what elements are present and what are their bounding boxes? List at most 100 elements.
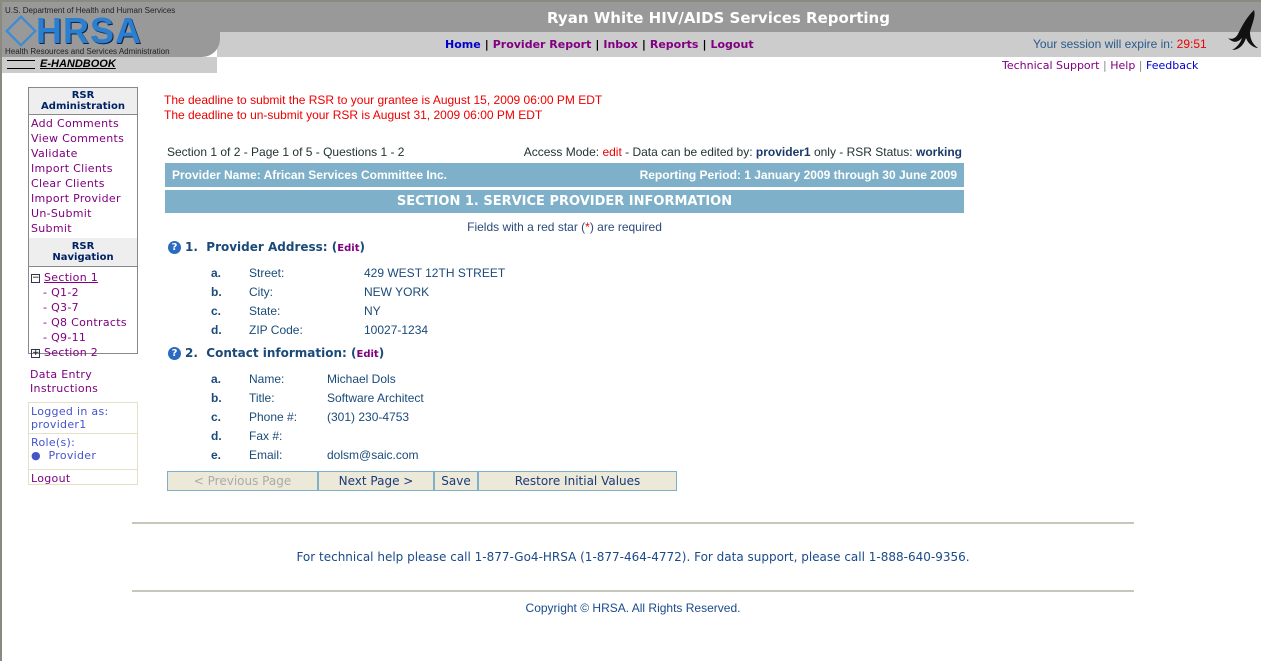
e-handbook-label: E-HANDBOOK	[40, 58, 116, 70]
data-entry-instructions-link[interactable]: Data Entry Instructions	[30, 368, 100, 396]
submit-deadline: The deadline to submit the RSR to your g…	[164, 93, 603, 107]
utility-links: Technical Support | Help | Feedback	[1002, 59, 1199, 72]
question-2-heading: ? 2. Contact information: (Edit)	[168, 346, 384, 360]
top-nav: Home | Provider Report | Inbox | Reports | Logou…	[445, 38, 754, 51]
app-title: Ryan White HIV/AIDS Services Reporting	[547, 9, 890, 27]
field-row: a. Name: Michael Dols	[211, 372, 611, 388]
field-value: Software Architect	[327, 391, 424, 405]
help-icon[interactable]: ?	[168, 241, 181, 254]
field-row: e. Email: dolsm@saic.com	[211, 448, 611, 464]
admin-title: RSR Administration	[29, 88, 137, 115]
unsubmit-deadline: The deadline to un-submit your RSR is Au…	[164, 108, 543, 122]
field-label: State:	[249, 304, 281, 318]
field-row: b. City: NEW YORK	[211, 285, 611, 301]
feedback-link[interactable]: Feedback	[1146, 59, 1198, 72]
section-title: SECTION 1. SERVICE PROVIDER INFORMATION	[165, 189, 964, 213]
field-letter: e.	[211, 448, 222, 462]
nav-reports[interactable]: Reports	[650, 38, 699, 51]
nav-inbox[interactable]: Inbox	[603, 38, 637, 51]
question-1-heading: ? 1. Provider Address: (Edit)	[168, 240, 365, 254]
help-icon[interactable]: ?	[168, 347, 181, 360]
field-label: ZIP Code:	[249, 323, 303, 337]
login-info: Logged in as: provider1 Role(s): ● Provide…	[28, 402, 138, 485]
q3-7-link[interactable]: - Q3-7	[31, 300, 135, 315]
q2-edit-link[interactable]: Edit	[356, 349, 378, 360]
field-row: d. ZIP Code: 10027-1234	[211, 323, 611, 339]
access-info: Access Mode: edit - Data can be edited b…	[523, 145, 962, 159]
field-label: Fax #:	[249, 429, 283, 443]
section-2-link[interactable]: Section 2	[44, 346, 98, 359]
technical-support-link[interactable]: Technical Support	[1002, 59, 1100, 72]
field-value: NY	[364, 304, 381, 318]
field-letter: c.	[211, 410, 222, 424]
hrsa-mark-icon	[5, 15, 37, 47]
field-label: Phone #:	[249, 410, 298, 424]
field-value: dolsm@saic.com	[327, 448, 419, 462]
sidebar: RSR Administration Add Comments View Com…	[28, 87, 138, 359]
help-link[interactable]: Help	[1110, 59, 1135, 72]
roles-label: Role(s):	[31, 436, 76, 449]
reporting-period: Reporting Period: 1 January 2009 through…	[639, 168, 957, 182]
restore-initial-values-button[interactable]: Restore Initial Values	[479, 472, 676, 490]
role-value: Provider	[48, 449, 97, 462]
field-letter: b.	[211, 285, 222, 299]
field-label: Name:	[249, 372, 285, 386]
field-label: Email:	[249, 448, 283, 462]
lines-icon	[7, 60, 35, 69]
field-row: d. Fax #:	[211, 429, 611, 445]
bullet-icon: ●	[31, 449, 49, 462]
divider	[132, 590, 1134, 592]
field-letter: a.	[211, 266, 222, 280]
field-row: c. Phone #: (301) 230-4753	[211, 410, 611, 426]
logo-text: HRSA	[36, 10, 143, 51]
field-label: Title:	[249, 391, 275, 405]
session-time: 29:51	[1176, 37, 1207, 51]
user-name: provider1	[31, 418, 87, 431]
copyright: Copyright © HRSA. All Rights Reserved.	[525, 601, 741, 615]
provider-name: Provider Name: African Services Committe…	[172, 168, 447, 182]
nav-home[interactable]: Home	[445, 38, 481, 51]
submit-link[interactable]: Submit	[29, 221, 137, 236]
clear-clients-link[interactable]: Clear Clients	[29, 176, 137, 191]
save-button[interactable]: Save	[435, 472, 479, 490]
previous-page-button[interactable]: < Previous Page	[168, 472, 319, 490]
add-comments-link[interactable]: Add Comments	[29, 116, 137, 131]
field-row: c. State: NY	[211, 304, 611, 320]
sidebar-logout-link[interactable]: Logout	[29, 470, 137, 487]
un-submit-link[interactable]: Un-Submit	[29, 206, 137, 221]
q1-edit-link[interactable]: Edit	[337, 243, 359, 254]
deadlines: The deadline to submit the RSR to your g…	[164, 93, 602, 123]
field-value: 10027-1234	[364, 323, 429, 337]
q8-contracts-link[interactable]: - Q8 Contracts	[31, 315, 135, 330]
nav-provider-report[interactable]: Provider Report	[493, 38, 592, 51]
field-row: a. Street: 429 WEST 12TH STREET	[211, 266, 611, 282]
field-letter: a.	[211, 372, 222, 386]
field-value: (301) 230-4753	[327, 410, 410, 424]
q1-2-link[interactable]: - Q1-2	[31, 285, 135, 300]
field-letter: d.	[211, 429, 222, 443]
collapse-icon[interactable]: −	[31, 273, 40, 283]
section-1-link[interactable]: Section 1	[44, 271, 98, 284]
field-value: 429 WEST 12TH STREET	[364, 266, 506, 280]
expand-icon[interactable]: +	[31, 348, 40, 358]
validate-link[interactable]: Validate	[29, 146, 137, 161]
next-page-button[interactable]: Next Page >	[319, 472, 435, 490]
page-buttons: < Previous Page Next Page > Save Restore…	[167, 471, 677, 491]
field-letter: b.	[211, 391, 222, 405]
page-info: Section 1 of 2 - Page 1 of 5 - Questions…	[167, 145, 405, 159]
field-label: Street:	[249, 266, 285, 280]
field-row: b. Title: Software Architect	[211, 391, 611, 407]
field-letter: c.	[211, 304, 222, 318]
import-provider-link[interactable]: Import Provider	[29, 191, 137, 206]
provider-bar: Provider Name: African Services Committe…	[165, 163, 964, 187]
hhs-eagle-icon	[1224, 8, 1260, 56]
q9-11-link[interactable]: - Q9-11	[31, 330, 135, 345]
nav-logout[interactable]: Logout	[710, 38, 753, 51]
import-clients-link[interactable]: Import Clients	[29, 161, 137, 176]
view-comments-link[interactable]: View Comments	[29, 131, 137, 146]
e-handbook-link[interactable]: E-HANDBOOK	[2, 57, 217, 73]
session-timer: Your session will expire in: 29:51	[1033, 37, 1207, 51]
agency-text: Health Resources and Services Administra…	[5, 47, 170, 56]
help-line: For technical help please call 1-877-Go4…	[296, 550, 970, 564]
session-label: Your session will expire in:	[1033, 37, 1174, 51]
